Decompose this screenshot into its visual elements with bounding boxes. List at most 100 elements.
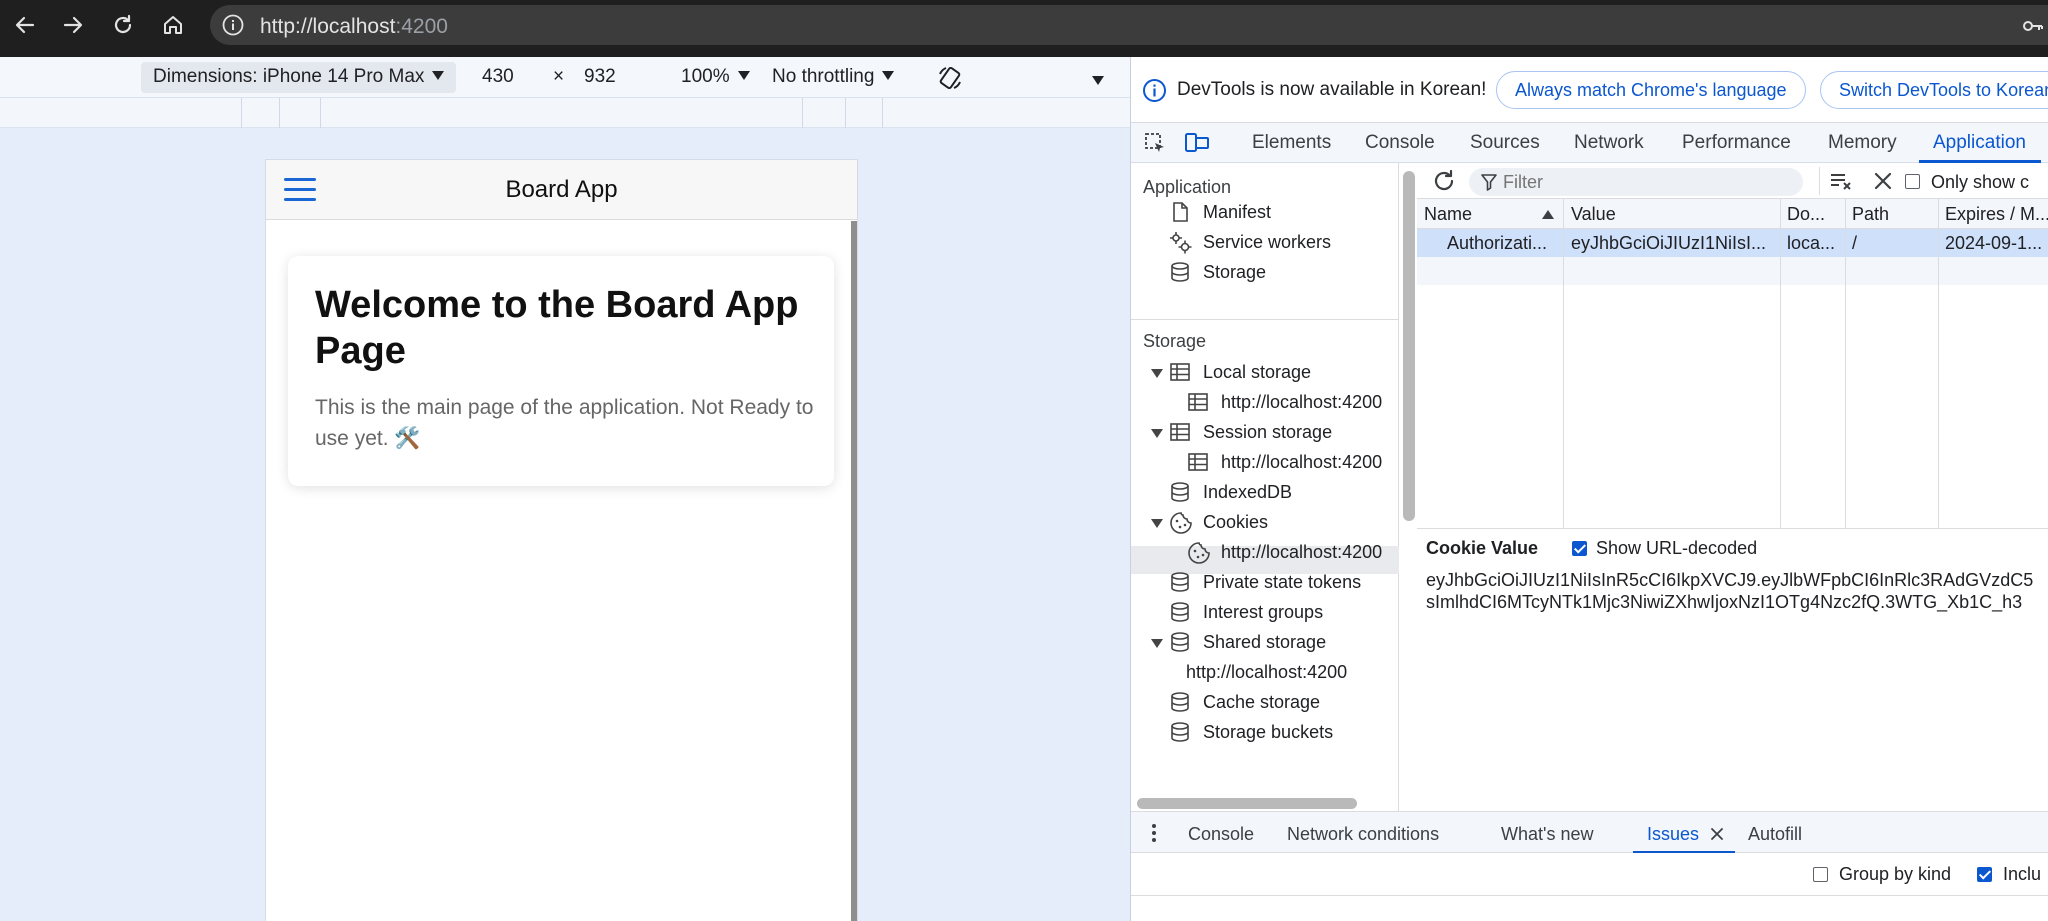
close-icon[interactable]	[1710, 827, 1724, 841]
cookies-pane: Only show c Name Value Do... Path Expire…	[1417, 163, 2048, 811]
caret-down-icon	[882, 71, 895, 80]
match-language-button[interactable]: Always match Chrome's language	[1496, 71, 1806, 109]
tab-sources[interactable]: Sources	[1470, 132, 1540, 154]
filter-icon	[1481, 173, 1497, 191]
cookie-value-panel: Cookie Value Show URL-decoded eyJhbGciOi…	[1417, 529, 2048, 811]
group-by-kind-checkbox[interactable]	[1813, 867, 1828, 882]
expand-triangle-icon[interactable]	[1151, 429, 1163, 438]
sidebar-item-indexeddb[interactable]: IndexedDB	[1203, 482, 1292, 503]
sidebar-item-shared-storage[interactable]: Shared storage	[1203, 632, 1326, 653]
sidebar-item-cookies[interactable]: Cookies	[1203, 512, 1268, 533]
tab-application[interactable]: Application	[1933, 132, 2026, 154]
sidebar-item-shared-storage-origin[interactable]: http://localhost:4200	[1186, 662, 1347, 683]
tab-network[interactable]: Network	[1574, 132, 1644, 154]
cookie-path-cell[interactable]: /	[1852, 233, 1857, 254]
filter-field[interactable]	[1469, 168, 1803, 196]
delete-all-icon[interactable]	[1873, 171, 1893, 191]
url-text[interactable]: http://localhost:4200	[260, 15, 448, 39]
infobar-message: DevTools is now available in Korean!	[1177, 79, 1487, 100]
devtools-tabbar: Elements Console Sources Network Perform…	[1131, 123, 2048, 163]
rotate-icon[interactable]	[935, 63, 965, 93]
tab-elements[interactable]: Elements	[1252, 132, 1331, 154]
expand-triangle-icon[interactable]	[1151, 519, 1163, 528]
sidebar-item-cookies-origin[interactable]: http://localhost:4200	[1221, 542, 1397, 563]
cookie-value-cell[interactable]: eyJhbGciOiJIUzI1NiIsI...	[1571, 233, 1777, 254]
table-icon	[1187, 391, 1209, 413]
sidebar-divider	[1131, 319, 1399, 320]
sidebar-item-session-storage-origin[interactable]: http://localhost:4200	[1221, 452, 1397, 473]
cookie-value-line: sImlhdCI6MTcyNTk1Mjc3NiwiZXhwIjoxNzI1OTg…	[1426, 592, 2023, 612]
drawer-tab-whats-new[interactable]: What's new	[1501, 824, 1593, 845]
only-show-checkbox[interactable]	[1905, 174, 1920, 189]
column-header-value[interactable]: Value	[1571, 204, 1616, 225]
table-icon	[1169, 421, 1191, 443]
sidebar-horizontal-scrollbar[interactable]	[1137, 798, 1357, 809]
clear-filtered-icon[interactable]	[1829, 169, 1855, 193]
refresh-icon[interactable]	[1431, 168, 1457, 194]
column-header-name[interactable]: Name	[1424, 204, 1472, 225]
include-checkbox[interactable]	[1977, 867, 1992, 882]
scrollbar[interactable]	[851, 221, 857, 921]
device-toolbar-toggle-icon[interactable]	[1184, 131, 1210, 155]
cookie-expires-cell[interactable]: 2024-09-1...	[1945, 233, 2048, 254]
column-header-expires[interactable]: Expires / M...	[1945, 204, 2048, 225]
expand-triangle-icon[interactable]	[1151, 639, 1163, 648]
cookie-value-text[interactable]: eyJhbGciOiJIUzI1NiIsInR5cCI6IkpXVCJ9.eyJ…	[1426, 569, 2046, 613]
media-query-ruler[interactable]	[0, 98, 1130, 128]
drawer-tab-autofill[interactable]: Autofill	[1748, 824, 1802, 845]
reload-icon[interactable]	[110, 12, 136, 38]
inspect-element-icon[interactable]	[1143, 131, 1167, 155]
width-input[interactable]: 430	[482, 66, 514, 88]
sidebar-item-storage-buckets[interactable]: Storage buckets	[1203, 722, 1333, 743]
home-icon[interactable]	[160, 12, 186, 38]
database-icon	[1169, 481, 1191, 503]
sidebar-item-cache-storage[interactable]: Cache storage	[1203, 692, 1320, 713]
sort-ascending-icon	[1542, 210, 1554, 219]
drawer-tab-console[interactable]: Console	[1188, 824, 1254, 845]
dimensions-select[interactable]: Dimensions: iPhone 14 Pro Max	[141, 62, 457, 93]
column-header-path[interactable]: Path	[1852, 204, 1889, 225]
key-icon[interactable]	[2022, 15, 2044, 37]
more-options-caret-icon[interactable]	[1092, 71, 1104, 93]
address-bar[interactable]: http://localhost:4200	[210, 5, 2048, 45]
issues-toolbar: Group by kind Inclu	[1131, 853, 2048, 896]
back-arrow-icon[interactable]	[12, 12, 38, 38]
tab-memory[interactable]: Memory	[1828, 132, 1897, 154]
table-icon	[1187, 451, 1209, 473]
drawer-tabbar: Console Network conditions What's new Is…	[1131, 811, 2048, 854]
throttling-select[interactable]: No throttling	[772, 66, 895, 88]
tab-console[interactable]: Console	[1365, 132, 1435, 154]
page-heading: Welcome to the Board App Page	[315, 284, 799, 372]
sidebar-item-private-state-tokens[interactable]: Private state tokens	[1203, 572, 1361, 593]
show-url-decoded-label: Show URL-decoded	[1596, 538, 1758, 558]
database-icon	[1169, 721, 1191, 743]
zoom-select[interactable]: 100%	[681, 66, 750, 88]
cookie-domain-cell[interactable]: loca...	[1787, 233, 1843, 254]
drawer-tab-network-conditions[interactable]: Network conditions	[1287, 824, 1439, 845]
filter-input[interactable]	[1503, 172, 1783, 192]
app-header: Board App	[266, 160, 857, 220]
sidebar-item-local-storage-origin[interactable]: http://localhost:4200	[1221, 392, 1397, 413]
sidebar-item-session-storage[interactable]: Session storage	[1203, 422, 1332, 443]
database-icon	[1169, 571, 1191, 593]
browser-toolbar: http://localhost:4200	[0, 0, 2048, 57]
sidebar-item-manifest[interactable]: Manifest	[1203, 202, 1271, 223]
height-input[interactable]: 932	[584, 66, 616, 88]
only-show-label: Only show c	[1931, 172, 2030, 192]
tab-performance[interactable]: Performance	[1682, 132, 1791, 154]
sidebar-item-service-workers[interactable]: Service workers	[1203, 232, 1331, 253]
expand-triangle-icon[interactable]	[1151, 369, 1163, 378]
sidebar-vertical-scrollbar[interactable]	[1403, 171, 1415, 521]
show-url-decoded-checkbox[interactable]	[1572, 541, 1587, 556]
sidebar-item-local-storage[interactable]: Local storage	[1203, 362, 1311, 383]
column-header-domain[interactable]: Do...	[1787, 204, 1825, 225]
drawer-tab-issues[interactable]: Issues	[1647, 824, 1699, 845]
forward-arrow-icon[interactable]	[60, 12, 86, 38]
info-icon[interactable]	[222, 14, 244, 36]
switch-language-button[interactable]: Switch DevTools to Korean	[1820, 71, 2048, 109]
gear-icon	[1169, 231, 1192, 254]
sidebar-item-storage[interactable]: Storage	[1203, 262, 1266, 283]
cookie-name-cell[interactable]: Authorizati...	[1447, 233, 1561, 254]
more-vertical-icon[interactable]	[1151, 823, 1157, 843]
sidebar-item-interest-groups[interactable]: Interest groups	[1203, 602, 1323, 623]
